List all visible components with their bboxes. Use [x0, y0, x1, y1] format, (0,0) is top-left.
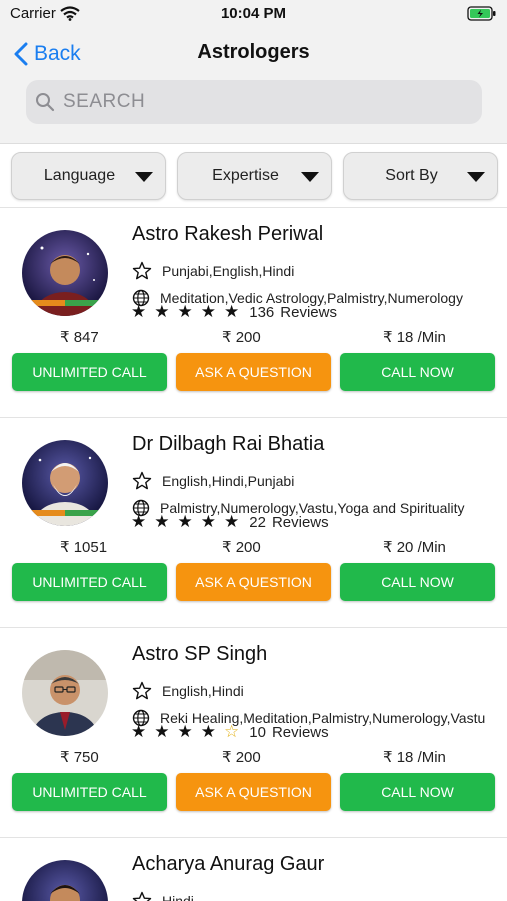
- filter-bar: Language Expertise Sort By: [0, 152, 507, 202]
- navigation-bar: Back Astrologers: [0, 28, 507, 144]
- call-rate-price: ₹ 18 /Min: [383, 749, 446, 766]
- languages-row: English,Hindi: [132, 681, 502, 701]
- ask-question-price: ₹ 200: [222, 749, 261, 766]
- status-bar: Carrier 10:04 PM: [0, 0, 507, 28]
- avatar: [22, 230, 108, 316]
- ask-question-price: ₹ 200: [222, 539, 261, 556]
- dropdown-arrow-icon: [467, 172, 485, 182]
- ask-question-price: ₹ 200: [222, 329, 261, 346]
- star-filled-icon: ★: [131, 722, 147, 741]
- avatar: [22, 440, 108, 526]
- avatar: [22, 650, 108, 736]
- review-count: 136: [249, 303, 275, 321]
- unlimited-call-price: ₹ 750: [60, 749, 99, 766]
- call-rate-price: ₹ 20 /Min: [383, 539, 446, 556]
- call-now-button[interactable]: CALL NOW: [340, 353, 495, 391]
- star-outline-icon: [132, 471, 152, 490]
- unlimited-call-button[interactable]: UNLIMITED CALL: [12, 563, 167, 601]
- astrologer-card[interactable]: Astro Rakesh Periwal Punjabi,English,Hin…: [0, 207, 507, 418]
- languages-text: English,Hindi: [162, 683, 244, 699]
- star-empty-icon: ☆: [224, 722, 240, 741]
- star-filled-icon: ★: [177, 302, 193, 321]
- languages-row: Punjabi,English,Hindi: [132, 261, 502, 281]
- review-count: 10: [249, 723, 266, 741]
- clock: 10:04 PM: [220, 5, 287, 22]
- call-now-button[interactable]: CALL NOW: [340, 773, 495, 811]
- call-rate-price: ₹ 18 /Min: [383, 329, 446, 346]
- star-filled-icon: ★: [200, 512, 216, 531]
- reviews-label: Reviews: [271, 723, 329, 741]
- star-filled-icon: ★: [200, 302, 216, 321]
- search-input[interactable]: [61, 90, 465, 114]
- astrologer-card[interactable]: Acharya Anurag Gaur Hindi: [0, 837, 507, 901]
- languages-text: Punjabi,English,Hindi: [162, 263, 295, 279]
- search-bar[interactable]: [26, 80, 482, 124]
- ask-question-button[interactable]: ASK A QUESTION: [176, 563, 331, 601]
- search-icon: [36, 93, 55, 112]
- astrologer-name: Astro SP Singh: [132, 643, 268, 665]
- star-filled-icon: ★: [177, 512, 193, 531]
- expertise-filter-dropdown[interactable]: Expertise: [177, 152, 332, 200]
- astrologer-card[interactable]: Astro SP Singh English,Hindi Reki Healin…: [0, 627, 507, 838]
- unlimited-call-button[interactable]: UNLIMITED CALL: [12, 773, 167, 811]
- star-outline-icon: [132, 261, 152, 280]
- battery-icon: [467, 6, 497, 26]
- sort-by-dropdown[interactable]: Sort By: [343, 152, 498, 200]
- rating-stars: ★ ★ ★ ★ ★ 136 Reviews: [131, 302, 337, 322]
- star-filled-icon: ★: [224, 512, 240, 531]
- rating-stars: ★ ★ ★ ★ ☆ 10 Reviews: [131, 722, 329, 742]
- dropdown-arrow-icon: [135, 172, 153, 182]
- ask-question-button[interactable]: ASK A QUESTION: [176, 353, 331, 391]
- unlimited-call-price: ₹ 1051: [60, 539, 108, 556]
- star-filled-icon: ★: [131, 512, 147, 531]
- unlimited-call-button[interactable]: UNLIMITED CALL: [12, 353, 167, 391]
- page-title: Astrologers: [197, 41, 310, 63]
- dropdown-arrow-icon: [301, 172, 319, 182]
- language-filter-dropdown[interactable]: Language: [11, 152, 166, 200]
- astrologer-name: Acharya Anurag Gaur: [132, 853, 325, 875]
- star-filled-icon: ★: [224, 302, 240, 321]
- call-now-button[interactable]: CALL NOW: [340, 563, 495, 601]
- star-filled-icon: ★: [154, 722, 170, 741]
- astrologer-name: Astro Rakesh Periwal: [132, 223, 324, 245]
- languages-text: English,Hindi,Punjabi: [162, 473, 295, 489]
- reviews-label: Reviews: [280, 303, 337, 321]
- star-filled-icon: ★: [131, 302, 147, 321]
- star-filled-icon: ★: [177, 722, 193, 741]
- review-count: 22: [249, 513, 266, 531]
- unlimited-call-price: ₹ 847: [60, 329, 99, 346]
- star-filled-icon: ★: [200, 722, 216, 741]
- avatar: [22, 860, 108, 901]
- rating-stars: ★ ★ ★ ★ ★ 22 Reviews: [131, 512, 329, 532]
- reviews-label: Reviews: [271, 513, 329, 531]
- languages-row: English,Hindi,Punjabi: [132, 471, 502, 491]
- ask-question-button[interactable]: ASK A QUESTION: [176, 773, 331, 811]
- star-filled-icon: ★: [154, 512, 170, 531]
- astrologer-name: Dr Dilbagh Rai Bhatia: [132, 433, 325, 455]
- star-outline-icon: [132, 681, 152, 700]
- star-filled-icon: ★: [154, 302, 170, 321]
- astrologer-card[interactable]: Dr Dilbagh Rai Bhatia English,Hindi,Punj…: [0, 417, 507, 628]
